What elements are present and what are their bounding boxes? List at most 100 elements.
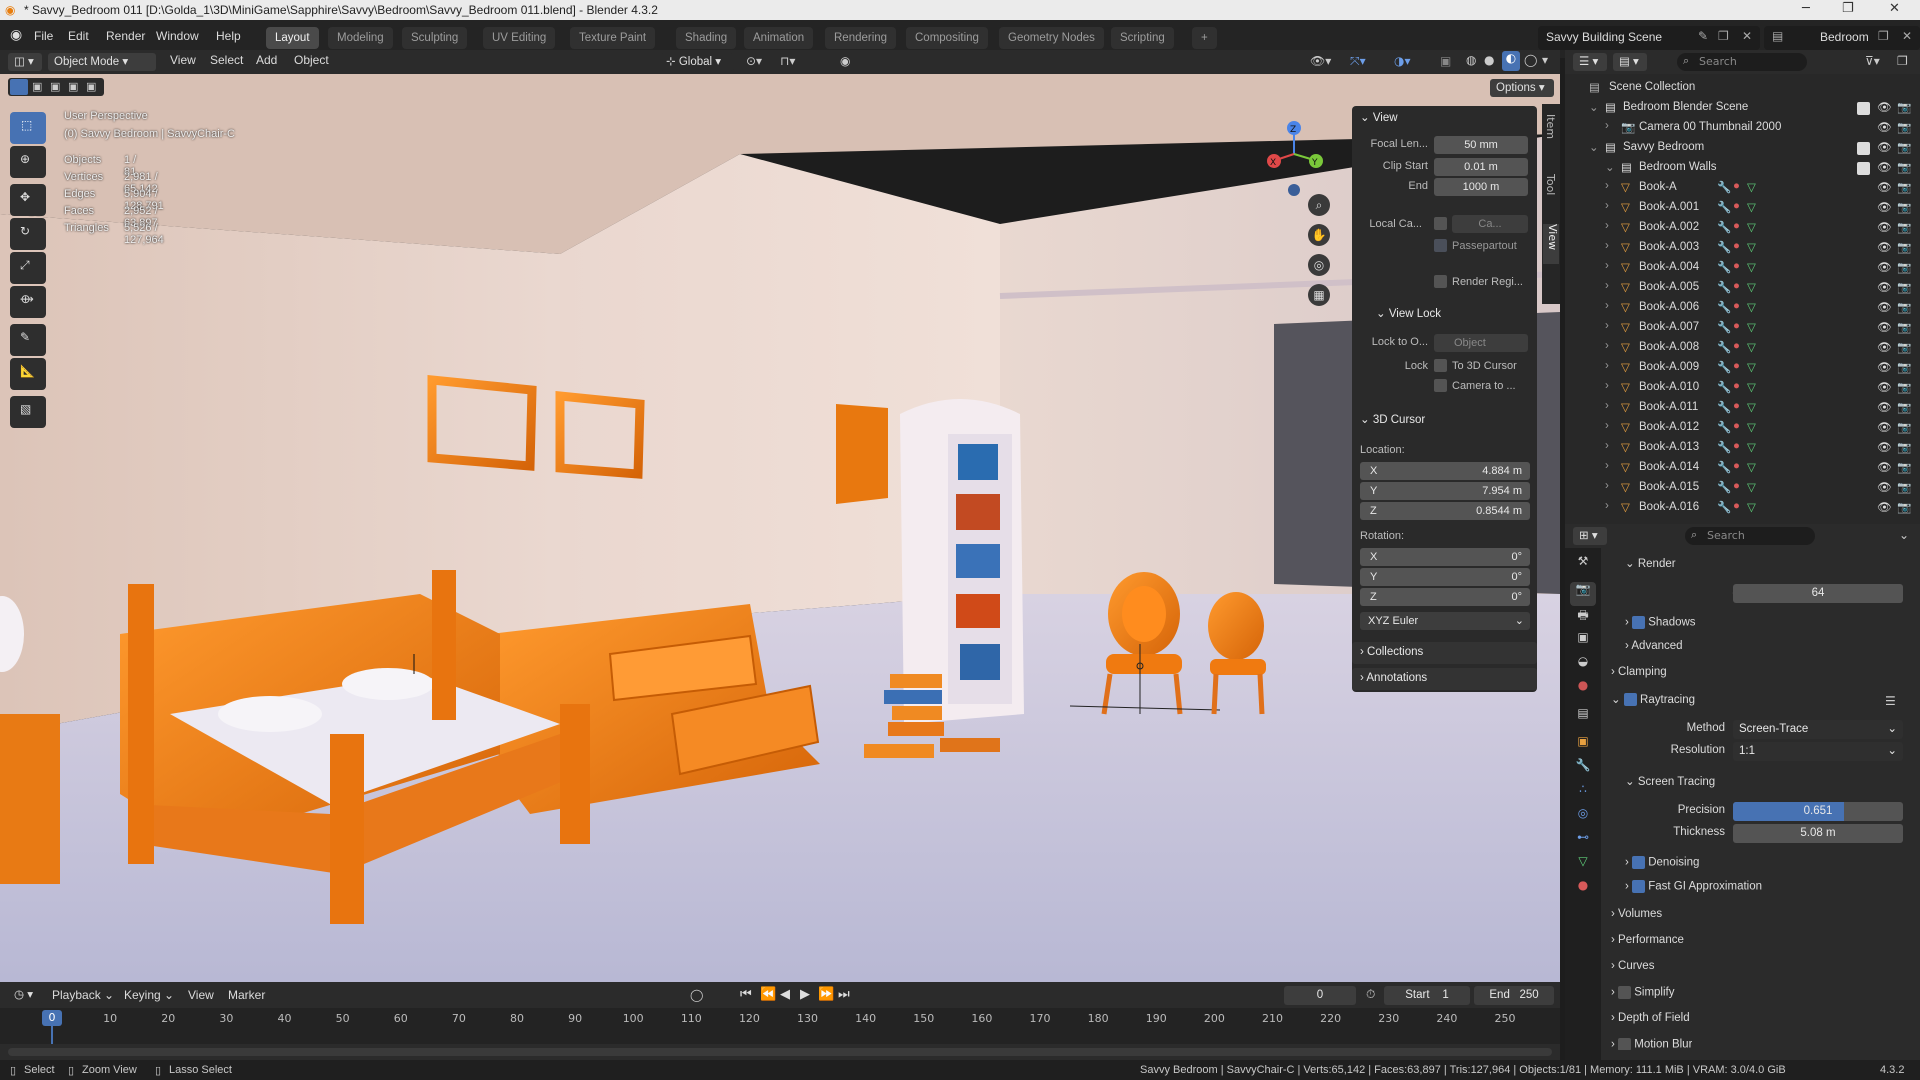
material-tab-icon[interactable]: ● [1570, 878, 1596, 902]
gizmo-icon[interactable]: ⤧▾ [1350, 54, 1366, 69]
tab-animation[interactable]: Animation [744, 27, 814, 49]
disclosure-chevron-icon[interactable]: › [1605, 220, 1609, 232]
properties-editor-type[interactable]: ⊞ ▾ [1573, 527, 1607, 545]
menu-help[interactable]: Help [216, 29, 241, 43]
minimize-icon[interactable]: ─ [1802, 1, 1810, 16]
disclosure-chevron-icon[interactable]: › [1605, 280, 1609, 292]
pin-icon[interactable]: ✎ [1698, 29, 1708, 43]
outliner-row[interactable]: › ▽ Book-A.003 🔧 ● ▽ 👁 📷 [1565, 238, 1920, 258]
tab-scripting[interactable]: Scripting [1111, 27, 1174, 49]
remove-viewlayer-icon[interactable]: ✕ [1902, 29, 1912, 43]
curves-row[interactable]: › Curves [1611, 960, 1654, 972]
outliner-row[interactable]: › ▽ Book-A.012 🔧 ● ▽ 👁 📷 [1565, 418, 1920, 438]
menu-render[interactable]: Render [106, 29, 145, 43]
list-icon[interactable]: ☰ [1885, 694, 1896, 708]
local-camera-field[interactable]: Ca... [1452, 215, 1528, 233]
playhead[interactable]: 0 [42, 1010, 62, 1026]
render-visibility-icon[interactable]: 📷 [1897, 360, 1911, 374]
visibility-eye-icon[interactable]: 👁 [1877, 120, 1892, 134]
tab-modeling[interactable]: Modeling [328, 27, 393, 49]
new-collection-icon[interactable]: ❐ [1897, 54, 1908, 68]
end-frame-field[interactable]: End 250 [1474, 986, 1554, 1005]
outliner-row[interactable]: › ▽ Book-A.015 🔧 ● ▽ 👁 📷 [1565, 478, 1920, 498]
outliner-row[interactable]: › ▽ Book-A.014 🔧 ● ▽ 👁 📷 [1565, 458, 1920, 478]
timeline-menu-keying[interactable]: Keying ⌄ [124, 988, 174, 1002]
proportional-edit-icon[interactable]: ◉ [840, 54, 850, 68]
render-visibility-icon[interactable]: 📷 [1897, 280, 1911, 294]
disclosure-chevron-icon[interactable]: › [1605, 380, 1609, 392]
pan-hand-icon[interactable]: ✋ [1308, 224, 1330, 246]
outliner-search-input[interactable]: ⌕ Search [1677, 53, 1807, 71]
disclosure-chevron-icon[interactable]: › [1605, 440, 1609, 452]
render-visibility-icon[interactable]: 📷 [1897, 400, 1911, 414]
close-icon[interactable]: ✕ [1889, 1, 1900, 16]
render-visibility-icon[interactable]: 📷 [1897, 260, 1911, 274]
3d-viewport[interactable]: ▣ ▣ ▣ ▣ ⬚ ⊕ ✥ ↻ ⤢ ⟴ ✎ 📐 ▧ User Perspecti… [0, 74, 1560, 982]
object-tab-icon[interactable]: ▣ [1570, 734, 1596, 758]
tool-tab-icon[interactable]: ⚒ [1570, 554, 1596, 578]
visibility-eye-icon[interactable]: 👁 [1877, 460, 1892, 474]
simplify-checkbox[interactable] [1618, 986, 1632, 999]
xray-icon[interactable]: ▣ [1440, 54, 1451, 68]
wireframe-shading-icon[interactable]: ◍ [1466, 53, 1476, 67]
jump-end-icon[interactable]: ⏭ [838, 987, 850, 1002]
properties-search-input[interactable]: ⌕ Search [1685, 527, 1815, 545]
play-icon[interactable]: ▶ [800, 987, 810, 1002]
tool-move[interactable]: ✥ [10, 184, 46, 216]
particles-tab-icon[interactable]: ∴ [1570, 782, 1596, 806]
side-tab-tool[interactable]: Tool [1544, 174, 1557, 195]
outliner-row[interactable]: › ▽ Book-A 🔧 ● ▽ 👁 📷 [1565, 178, 1920, 198]
new-scene-icon[interactable]: ❐ [1718, 29, 1729, 43]
timeline-editor-type[interactable]: ◷ ▾ [8, 986, 42, 1004]
exclude-checkbox[interactable] [1857, 162, 1870, 175]
timeline-scrollbar[interactable] [8, 1048, 1552, 1056]
new-viewlayer-icon[interactable]: ❐ [1878, 29, 1889, 43]
outliner-root[interactable]: ▤ Scene Collection [1565, 78, 1920, 98]
tab-uv-editing[interactable]: UV Editing [483, 27, 556, 49]
render-visibility-icon[interactable]: 📷 [1897, 180, 1911, 194]
denoising-checkbox[interactable] [1632, 856, 1646, 869]
render-visibility-icon[interactable]: 📷 [1897, 380, 1911, 394]
output-tab-icon[interactable]: 🖶 [1570, 606, 1596, 630]
outliner-row[interactable]: › ▽ Book-A.006 🔧 ● ▽ 👁 📷 [1565, 298, 1920, 318]
lock-to-object-field[interactable]: Object [1434, 334, 1528, 352]
rot-y-field[interactable]: Y 0° [1360, 568, 1530, 586]
visibility-eye-icon[interactable]: 👁 [1877, 260, 1892, 274]
material-shading-icon[interactable]: ◐ [1502, 51, 1520, 71]
start-frame-field[interactable]: Start 1 [1384, 986, 1470, 1005]
loc-z-field[interactable]: Z 0.8544 m [1360, 502, 1530, 520]
visibility-eye-icon[interactable]: 👁 [1877, 160, 1892, 174]
timeline-menu-playback[interactable]: Playback ⌄ [52, 988, 114, 1002]
motion-blur-row[interactable]: › Motion Blur [1611, 1038, 1692, 1050]
method-dropdown[interactable]: Screen-Trace ⌄ [1733, 720, 1903, 739]
render-visibility-icon[interactable]: 📷 [1897, 320, 1911, 334]
render-visibility-icon[interactable]: 📷 [1897, 440, 1911, 454]
render-visibility-icon[interactable]: 📷 [1897, 480, 1911, 494]
tool-transform[interactable]: ⟴ [10, 286, 46, 318]
visibility-eye-icon[interactable]: 👁 [1877, 180, 1892, 194]
tab-shading[interactable]: Shading [676, 27, 737, 49]
visibility-eye-icon[interactable]: 👁 [1877, 200, 1892, 214]
outliner-row[interactable]: › ▽ Book-A.008 🔧 ● ▽ 👁 📷 [1565, 338, 1920, 358]
select-intersect-icon[interactable]: ▣ [86, 80, 96, 93]
menu-file[interactable]: File [34, 29, 53, 43]
outliner-row[interactable]: ⌄ ▤ Savvy Bedroom 👁 📷 [1565, 138, 1920, 158]
tool-scale[interactable]: ⤢ [10, 252, 46, 284]
performance-row[interactable]: › Performance [1611, 934, 1684, 946]
modifier-tab-icon[interactable]: 🔧 [1570, 758, 1596, 782]
physics-tab-icon[interactable]: ◎ [1570, 806, 1596, 830]
camera-view-icon[interactable]: ◎ [1308, 254, 1330, 276]
precision-slider[interactable]: 0.651 [1733, 802, 1903, 821]
tab-layout[interactable]: Layout [266, 27, 319, 49]
render-visibility-icon[interactable]: 📷 [1897, 100, 1911, 114]
motion-blur-checkbox[interactable] [1618, 1038, 1632, 1050]
outliner-row[interactable]: › 📷 Camera 00 Thumbnail 2000 👁 📷 [1565, 118, 1920, 138]
viewlayer-selector[interactable]: ▤ Bedroom ❐ ✕ [1764, 26, 1920, 50]
current-frame-field[interactable]: 0 [1284, 986, 1356, 1005]
lock-to-3d-cursor-checkbox[interactable] [1434, 359, 1447, 372]
visibility-eye-icon[interactable]: 👁 [1877, 400, 1892, 414]
select-mode-buttons[interactable]: ▣ ▣ ▣ ▣ [8, 78, 104, 96]
visibility-eye-icon[interactable]: 👁 [1877, 360, 1892, 374]
visibility-eye-icon[interactable]: 👁 [1877, 100, 1892, 114]
raytracing-checkbox[interactable] [1623, 693, 1637, 707]
